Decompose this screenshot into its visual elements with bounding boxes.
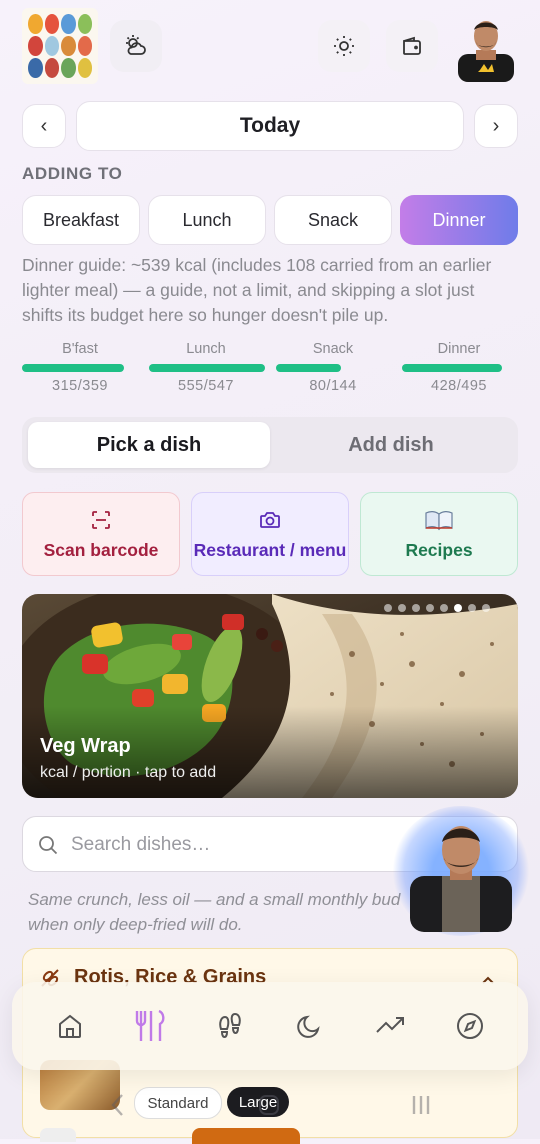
assistant-avatar[interactable] bbox=[392, 806, 530, 936]
dinner-guide-text: Dinner guide: ~539 kcal (includes 108 ca… bbox=[22, 255, 492, 325]
wallet-icon bbox=[403, 36, 421, 55]
search-icon bbox=[39, 836, 58, 855]
bottom-navigation bbox=[12, 982, 528, 1070]
budget-value-lunch: 555/547 bbox=[178, 378, 234, 394]
budget-value-dinner: 428/495 bbox=[431, 378, 487, 394]
recipes-button[interactable]: Recipes bbox=[360, 492, 518, 576]
featured-dish-title: Veg Wrap bbox=[40, 735, 131, 757]
app-logo bbox=[22, 8, 98, 84]
nav-sleep[interactable] bbox=[280, 996, 340, 1056]
sun-icon bbox=[334, 36, 354, 56]
restaurant-menu-button[interactable]: Restaurant / menu bbox=[191, 492, 349, 576]
tab-pick-a-dish[interactable]: Pick a dish bbox=[28, 422, 270, 468]
quantity-control[interactable] bbox=[40, 1128, 76, 1142]
budget-label-snack: Snack bbox=[312, 341, 354, 357]
profile-avatar[interactable] bbox=[454, 14, 518, 82]
budget-value-snack: 80/144 bbox=[309, 378, 357, 394]
nav-meals[interactable] bbox=[120, 996, 180, 1056]
carousel-dots[interactable] bbox=[384, 604, 490, 612]
featured-dish-subtitle: kcal / portion · tap to add bbox=[40, 764, 217, 781]
system-recents-icon[interactable] bbox=[408, 1092, 434, 1118]
budget-value-breakfast: 315/359 bbox=[52, 378, 108, 394]
system-home-icon[interactable] bbox=[256, 1092, 282, 1118]
nav-home[interactable] bbox=[40, 996, 100, 1056]
add-dish-button[interactable] bbox=[192, 1128, 300, 1144]
weather-icon bbox=[126, 35, 146, 55]
meal-dinner-button[interactable]: Dinner bbox=[400, 195, 518, 245]
nav-explore[interactable] bbox=[440, 996, 500, 1056]
nav-activity[interactable] bbox=[200, 996, 260, 1056]
date-title[interactable]: Today bbox=[76, 101, 464, 151]
moon-icon bbox=[297, 1015, 320, 1038]
chevron-left-icon: ‹ bbox=[40, 114, 48, 137]
camera-icon bbox=[260, 511, 280, 528]
home-icon bbox=[59, 1014, 81, 1038]
compass-icon bbox=[457, 1013, 483, 1039]
system-back-icon[interactable] bbox=[108, 1092, 128, 1118]
theme-toggle-button[interactable] bbox=[318, 20, 370, 72]
budget-bar-lunch bbox=[149, 364, 265, 372]
meal-snack-button[interactable]: Snack bbox=[274, 195, 392, 245]
prev-day-button[interactable]: ‹ bbox=[22, 104, 66, 148]
open-book-icon bbox=[425, 510, 453, 530]
trend-icon bbox=[376, 1017, 404, 1033]
adding-to-label: ADDING TO bbox=[22, 164, 123, 183]
budget-bar-breakfast bbox=[22, 364, 124, 372]
footprints-icon bbox=[219, 1012, 241, 1039]
chevron-right-icon: › bbox=[492, 114, 500, 137]
budget-label-dinner: Dinner bbox=[437, 341, 481, 357]
budget-label-breakfast: B'fast bbox=[62, 341, 98, 357]
meal-breakfast-button[interactable]: Breakfast bbox=[22, 195, 140, 245]
scan-barcode-button[interactable]: Scan barcode bbox=[22, 492, 180, 576]
meal-lunch-button[interactable]: Lunch bbox=[148, 195, 266, 245]
next-day-button[interactable]: › bbox=[474, 104, 518, 148]
wallet-button[interactable] bbox=[386, 20, 438, 72]
weather-button[interactable] bbox=[110, 20, 162, 72]
recipes-label: Recipes bbox=[405, 539, 473, 560]
nav-progress[interactable] bbox=[360, 996, 420, 1056]
portion-standard-button[interactable]: Standard bbox=[134, 1087, 222, 1119]
scan-barcode-label: Scan barcode bbox=[43, 539, 159, 560]
fork-knife-icon bbox=[135, 1009, 165, 1041]
budget-label-lunch: Lunch bbox=[186, 341, 226, 357]
tab-add-dish[interactable]: Add dish bbox=[270, 422, 512, 468]
budget-bar-snack bbox=[276, 364, 341, 372]
budget-bar-dinner bbox=[402, 364, 502, 372]
restaurant-menu-label: Restaurant / menu bbox=[193, 539, 347, 560]
barcode-scan-icon bbox=[92, 510, 110, 529]
tip-note: Same crunch, less oil — and a small mont… bbox=[28, 890, 401, 934]
